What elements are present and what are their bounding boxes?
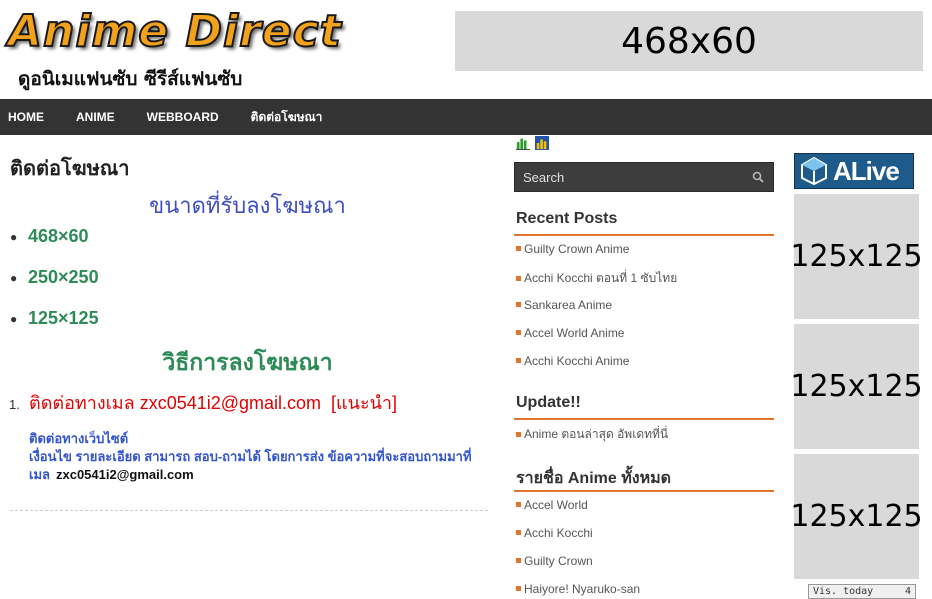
square-bullet-icon <box>516 558 521 564</box>
web-contact-label: ติดต่อทางเว็บไซต์ <box>29 431 129 446</box>
sizes-heading: ขนาดที่รับลงโฆษณา <box>149 194 346 219</box>
square-bullet-icon <box>516 246 521 252</box>
size-label: 468×60 <box>28 226 89 246</box>
page-title: ติดต่อโฆษณา <box>10 156 130 180</box>
recent-post-link[interactable]: Acchi Kocchi Anime <box>516 353 629 368</box>
search-icon <box>752 171 764 183</box>
square-bullet-icon <box>516 432 521 437</box>
bullet-icon: ● <box>10 312 18 327</box>
bar-chart-icon[interactable] <box>515 136 531 152</box>
site-logo-text: Anime Direct <box>7 5 342 58</box>
ad-slot-125x125[interactable]: 125x125 <box>790 454 923 579</box>
stats-chart-icon[interactable] <box>534 136 550 152</box>
square-bullet-icon <box>516 502 521 508</box>
web-contact-block: ติดต่อทางเว็บไซต์ เงื่อนไข รายละเอียด สา… <box>29 430 479 484</box>
site-logo[interactable]: Anime Direct <box>7 5 342 58</box>
method-item: 1. ติดต่อทางเมล zxc0541i2@gmail.com [แนะนำ… <box>9 388 397 417</box>
recent-post-link[interactable]: Acchi Kocchi ตอนที่ 1 ซับไทย <box>516 269 677 288</box>
site-tagline: ดูอนิเมแฟนซับ ซีรีส์แฟนซับ <box>18 68 243 90</box>
size-list-item: ● 125×125 <box>10 308 99 329</box>
content-divider <box>10 510 488 511</box>
bullet-icon: ● <box>10 271 18 286</box>
square-bullet-icon <box>516 330 521 336</box>
update-title: Update!! <box>516 394 581 411</box>
main-nav: HOME ANIME WEBBOARD ติดต่อโฆษณา <box>0 99 932 135</box>
widget-divider <box>514 418 774 420</box>
search-box <box>514 162 774 192</box>
square-bullet-icon <box>516 358 521 364</box>
square-bullet-icon <box>516 530 521 536</box>
method-recommend: [แนะนำ] <box>331 393 398 413</box>
nav-item-home[interactable]: HOME <box>0 99 60 135</box>
recent-post-link[interactable]: Sankarea Anime <box>516 297 612 312</box>
stats-icons <box>515 136 550 152</box>
size-label: 125×125 <box>28 308 99 328</box>
nav-item-webboard[interactable]: WEBBOARD <box>131 99 235 135</box>
alive-logo-text: ALive <box>833 155 900 186</box>
square-bullet-icon <box>516 276 521 281</box>
size-list-item: ● 468×60 <box>10 226 89 247</box>
bullet-icon: ● <box>10 230 18 245</box>
method-heading: วิธีการลงโฆษณา <box>162 350 333 376</box>
cube-icon <box>801 156 827 186</box>
update-link[interactable]: Anime ตอนล่าสุด อัพเดทที่นี่ <box>516 425 668 444</box>
ad-slot-125x125[interactable]: 125x125 <box>790 194 923 319</box>
alive-sponsor-logo[interactable]: ALive <box>794 153 914 189</box>
recent-post-link[interactable]: Accel World Anime <box>516 325 624 340</box>
visitor-counter-value: 4 <box>904 586 911 597</box>
anime-list-link[interactable]: Acchi Kocchi <box>516 525 593 540</box>
widget-divider <box>514 234 774 236</box>
nav-item-anime[interactable]: ANIME <box>60 99 131 135</box>
size-label: 250×250 <box>28 267 99 287</box>
square-bullet-icon <box>516 302 521 308</box>
method-number: 1. <box>9 397 20 412</box>
anime-list-link[interactable]: Guilty Crown <box>516 553 593 568</box>
recent-posts-title: Recent Posts <box>516 210 618 227</box>
search-input[interactable] <box>515 163 743 191</box>
method-email-text[interactable]: ติดต่อทางเมล zxc0541i2@gmail.com <box>29 393 321 413</box>
banner-ad-468x60[interactable]: 468x60 <box>455 11 923 71</box>
ad-slot-125x125[interactable]: 125x125 <box>790 324 923 449</box>
size-list-item: ● 250×250 <box>10 267 99 288</box>
web-contact-email[interactable]: zxc0541i2@gmail.com <box>56 467 194 482</box>
nav-item-advertise[interactable]: ติดต่อโฆษณา <box>235 99 339 135</box>
anime-list-title: รายชื่อ Anime ทั้งหมด <box>516 470 672 487</box>
widget-divider <box>514 490 774 492</box>
visitor-counter-label: Vis. today <box>813 586 874 597</box>
recent-post-link[interactable]: Guilty Crown Anime <box>516 241 629 256</box>
anime-list-link[interactable]: Accel World <box>516 497 588 512</box>
search-button[interactable] <box>743 163 773 191</box>
visitor-counter: Vis. today 4 <box>808 584 916 599</box>
anime-list-link[interactable]: Haiyore! Nyaruko-san <box>516 581 640 596</box>
square-bullet-icon <box>516 586 521 592</box>
